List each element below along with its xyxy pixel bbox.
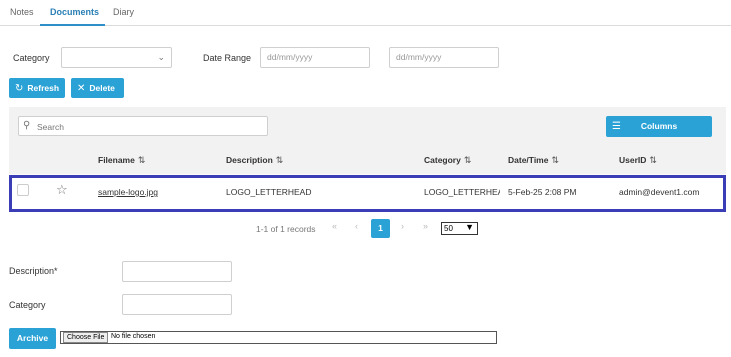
description-label: Description* xyxy=(9,266,58,276)
refresh-icon: ↻ xyxy=(15,83,24,94)
header-userid-label: UserID xyxy=(619,155,647,165)
active-tab-indicator xyxy=(40,24,105,26)
close-icon: ✕ xyxy=(77,83,86,94)
tab-notes[interactable]: Notes xyxy=(10,7,34,17)
header-filename[interactable]: Filename ⇅ xyxy=(98,155,145,166)
choose-file-button[interactable]: Choose File xyxy=(63,332,109,343)
last-page-icon[interactable]: » xyxy=(423,221,428,231)
next-page-icon[interactable]: › xyxy=(401,221,404,231)
header-userid[interactable]: UserID ⇅ xyxy=(619,155,657,166)
chevron-down-icon: ⌄ xyxy=(157,52,165,62)
header-datetime-label: Date/Time xyxy=(508,155,549,165)
columns-button[interactable]: ☰ Columns xyxy=(606,116,712,137)
search-input[interactable]: ⚲ Search xyxy=(18,116,268,136)
sort-icon: ⇅ xyxy=(275,155,284,165)
row-checkbox[interactable] xyxy=(17,184,29,196)
page-size-value: 50 xyxy=(444,224,453,233)
delete-button-label: Delete xyxy=(89,83,115,93)
pagination-summary: 1-1 of 1 records xyxy=(256,224,316,234)
star-icon[interactable]: ☆ xyxy=(56,182,68,198)
sort-icon: ⇅ xyxy=(137,155,146,165)
list-icon: ☰ xyxy=(612,121,621,132)
file-status: No file chosen xyxy=(111,333,156,340)
archive-button[interactable]: Archive xyxy=(9,328,56,349)
cell-filename[interactable]: sample-logo.jpg xyxy=(98,187,158,197)
refresh-button-label: Refresh xyxy=(27,83,60,93)
tab-diary[interactable]: Diary xyxy=(113,7,134,17)
search-placeholder: Search xyxy=(37,122,64,132)
category-filter-label: Category xyxy=(13,53,50,63)
date-from-input[interactable]: dd/mm/yyyy xyxy=(260,47,370,68)
prev-page-icon[interactable]: ‹ xyxy=(355,221,358,231)
form-category-input[interactable] xyxy=(122,294,232,315)
refresh-button[interactable]: ↻ Refresh xyxy=(9,78,66,98)
header-datetime[interactable]: Date/Time ⇅ xyxy=(508,155,559,166)
chevron-down-icon: ▼ xyxy=(465,222,474,232)
sort-icon: ⇅ xyxy=(463,155,472,165)
date-to-input[interactable]: dd/mm/yyyy xyxy=(389,47,499,68)
description-input[interactable] xyxy=(122,261,232,282)
tab-documents[interactable]: Documents xyxy=(50,7,99,17)
tab-bar: Notes Documents Diary xyxy=(0,0,731,26)
cell-userid: admin@devent1.com xyxy=(619,187,700,197)
first-page-icon[interactable]: « xyxy=(332,221,337,231)
header-description-label: Description xyxy=(226,155,273,165)
cell-datetime: 5-Feb-25 2:08 PM xyxy=(508,187,577,197)
delete-button[interactable]: ✕ Delete xyxy=(71,78,124,98)
category-filter-select[interactable]: ⌄ xyxy=(61,47,172,68)
search-icon: ⚲ xyxy=(23,120,31,131)
file-input[interactable]: Choose File No file chosen xyxy=(60,331,497,344)
page-size-select[interactable]: 50 ▼ xyxy=(441,222,478,235)
header-description[interactable]: Description ⇅ xyxy=(226,155,283,166)
date-range-label: Date Range xyxy=(203,53,252,63)
current-page-button[interactable]: 1 xyxy=(371,219,390,238)
header-category-label: Category xyxy=(424,155,461,165)
header-category[interactable]: Category ⇅ xyxy=(424,155,471,166)
cell-description: LOGO_LETTERHEAD xyxy=(226,187,312,197)
form-category-label: Category xyxy=(9,300,46,310)
sort-icon: ⇅ xyxy=(551,155,560,165)
sort-icon: ⇅ xyxy=(649,155,657,165)
columns-button-label: Columns xyxy=(640,121,678,131)
file-link[interactable]: sample-logo.jpg xyxy=(98,187,158,197)
cell-category: LOGO_LETTERHEAD xyxy=(424,187,500,197)
header-filename-label: Filename xyxy=(98,155,135,165)
